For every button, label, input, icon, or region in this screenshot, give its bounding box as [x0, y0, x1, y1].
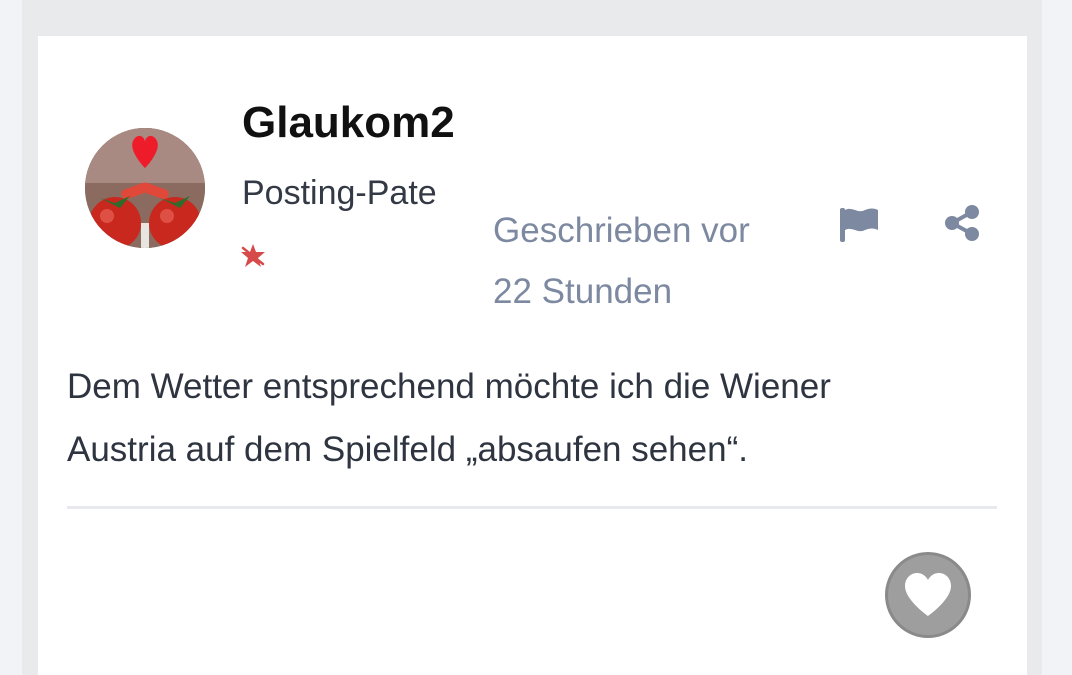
like-button[interactable]	[885, 552, 971, 638]
author-rank: Posting-Pate	[242, 174, 437, 212]
divider	[67, 506, 997, 509]
timestamp-line-2: 22 Stunden	[493, 272, 673, 311]
post-card: Glaukom2 Posting-Pate Geschrieben vor 22…	[38, 36, 1027, 675]
avatar-image	[85, 128, 205, 248]
author-username[interactable]: Glaukom2	[242, 98, 455, 148]
heart-icon	[905, 573, 951, 616]
rank-star-icon	[241, 244, 265, 267]
post-timestamp: Geschrieben vor 22 Stunden	[493, 200, 793, 322]
post-body: Dem Wetter entsprechend möchte ich die W…	[67, 355, 997, 481]
post-body-line-2: Austria auf dem Spielfeld „absaufen sehe…	[67, 430, 748, 469]
post-body-line-1: Dem Wetter entsprechend möchte ich die W…	[67, 367, 831, 406]
share-icon[interactable]	[943, 204, 981, 242]
avatar[interactable]	[85, 128, 205, 248]
timestamp-line-1: Geschrieben vor	[493, 211, 750, 250]
flag-icon[interactable]	[838, 206, 880, 242]
